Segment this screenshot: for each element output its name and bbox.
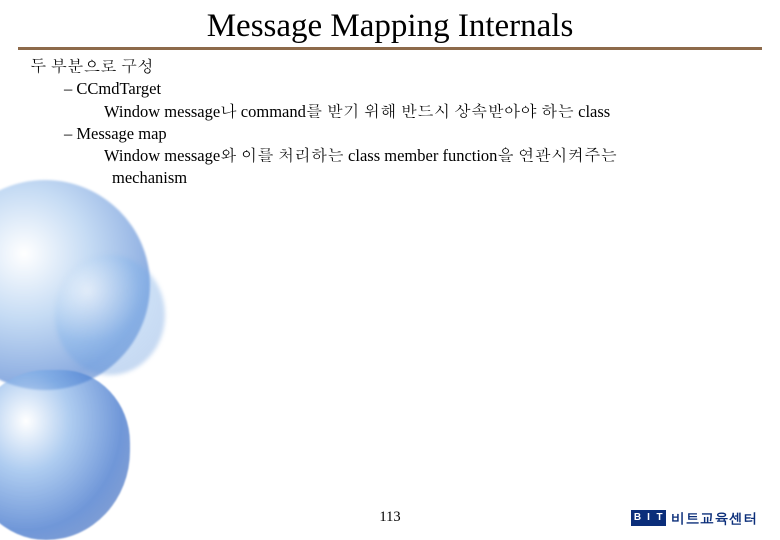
logo-letter-i: I — [643, 511, 654, 525]
title-underline — [18, 47, 762, 50]
footer-brand-text: 비트교육센터 — [671, 508, 758, 528]
logo-letter-t: T — [654, 511, 665, 525]
outline-item-ccmdtarget-desc: Window message나 command를 받기 위해 반드시 상속받아야… — [30, 101, 780, 123]
bit-logo-icon: B I T — [631, 510, 666, 526]
outline-item-messagemap-desc-line1: Window message와 이를 처리하는 class member fun… — [30, 145, 780, 167]
outline-level1: 두 부분으로 구성 — [30, 56, 780, 78]
outline-item-messagemap-desc-line2: mechanism — [30, 167, 780, 189]
slide-content: Message Mapping Internals 두 부분으로 구성 – CC… — [0, 0, 780, 540]
footer-brand: B I T 비트교육센터 — [631, 508, 758, 528]
outline: 두 부분으로 구성 – CCmdTarget Window message나 c… — [0, 56, 780, 190]
slide-title: Message Mapping Internals — [0, 0, 780, 47]
outline-item-ccmdtarget: – CCmdTarget — [30, 78, 780, 100]
outline-item-messagemap: – Message map — [30, 123, 780, 145]
logo-letter-b: B — [632, 511, 643, 525]
